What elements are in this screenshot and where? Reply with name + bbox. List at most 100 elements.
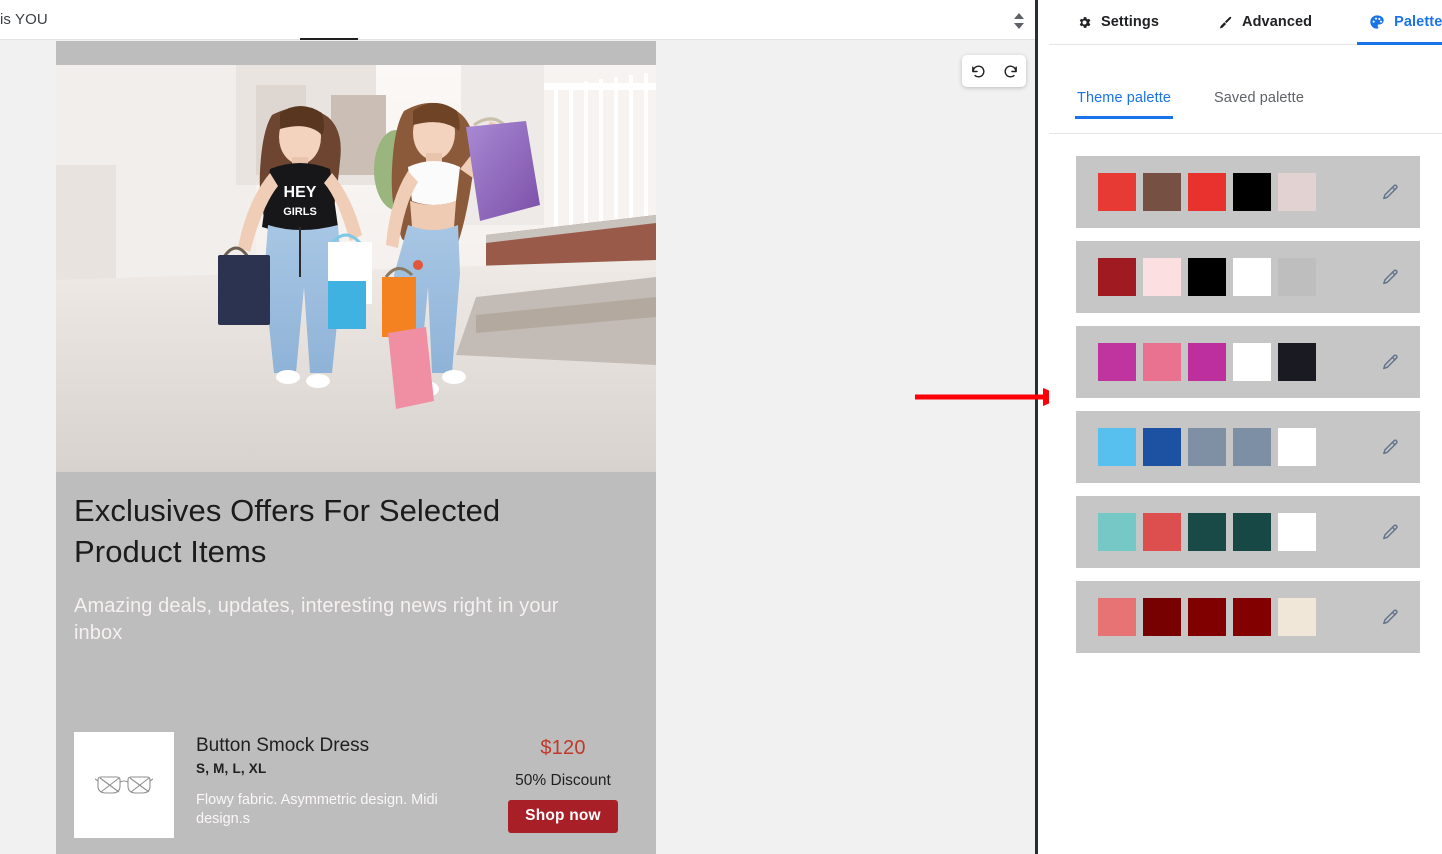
product-info: Button Smock Dress S, M, L, XL Flowy fab… bbox=[196, 729, 488, 829]
palette-swatches bbox=[1098, 598, 1316, 636]
subtab-theme-palette[interactable]: Theme palette bbox=[1075, 90, 1173, 119]
tab-settings-label: Settings bbox=[1101, 14, 1159, 30]
color-swatch[interactable] bbox=[1188, 258, 1226, 296]
color-swatch[interactable] bbox=[1233, 173, 1271, 211]
app-root: is YOU HEY GIRLS Exclusives Offers For S… bbox=[0, 0, 1442, 854]
palette-row[interactable] bbox=[1076, 496, 1420, 568]
palette-row[interactable] bbox=[1076, 581, 1420, 653]
undo-button[interactable] bbox=[965, 58, 991, 84]
svg-text:HEY: HEY bbox=[284, 184, 317, 201]
palette-edit-button[interactable] bbox=[1376, 263, 1404, 291]
color-swatch[interactable] bbox=[1188, 343, 1226, 381]
palette-edit-button[interactable] bbox=[1376, 433, 1404, 461]
subtab-saved-palette[interactable]: Saved palette bbox=[1212, 90, 1306, 119]
palette-swatches bbox=[1098, 173, 1316, 211]
color-swatch[interactable] bbox=[1233, 343, 1271, 381]
color-swatch[interactable] bbox=[1143, 258, 1181, 296]
color-swatch[interactable] bbox=[1098, 258, 1136, 296]
product-title[interactable]: Button Smock Dress bbox=[196, 735, 488, 758]
hero-headline[interactable]: Exclusives Offers For Selected Product I… bbox=[74, 491, 574, 572]
email-template-canvas[interactable]: HEY GIRLS Exclusives Offers For Selected… bbox=[56, 41, 656, 854]
redo-button[interactable] bbox=[997, 58, 1023, 84]
color-swatch[interactable] bbox=[1098, 428, 1136, 466]
color-swatch[interactable] bbox=[1278, 343, 1316, 381]
redo-arrow-icon bbox=[1004, 65, 1017, 78]
shop-now-button[interactable]: Shop now bbox=[508, 800, 618, 833]
palette-row[interactable] bbox=[1076, 411, 1420, 483]
product-sizes[interactable]: S, M, L, XL bbox=[196, 761, 488, 776]
color-swatch[interactable] bbox=[1098, 598, 1136, 636]
product-description[interactable]: Flowy fabric. Asymmetric design. Midi de… bbox=[196, 791, 446, 829]
color-swatch[interactable] bbox=[1098, 343, 1136, 381]
palette-list bbox=[1049, 134, 1442, 653]
product-discount[interactable]: 50% Discount bbox=[488, 772, 638, 790]
product-purchase-block: $120 50% Discount Shop now bbox=[488, 729, 638, 833]
panel-tab-bar: Settings Advanced Palette bbox=[1049, 0, 1442, 45]
color-swatch[interactable] bbox=[1188, 598, 1226, 636]
svg-text:GIRLS: GIRLS bbox=[283, 206, 317, 218]
palette-edit-button[interactable] bbox=[1376, 603, 1404, 631]
product-block[interactable]: Button Smock Dress S, M, L, XL Flowy fab… bbox=[74, 729, 638, 849]
color-swatch[interactable] bbox=[1278, 513, 1316, 551]
pencil-icon bbox=[1382, 439, 1398, 454]
pencil-icon bbox=[1382, 354, 1398, 369]
palette-row[interactable] bbox=[1076, 326, 1420, 398]
settings-panel: Settings Advanced Palette Theme palette … bbox=[1049, 0, 1442, 854]
color-swatch[interactable] bbox=[1278, 258, 1316, 296]
topbar-underline-mark bbox=[300, 38, 358, 40]
email-editor-pane: is YOU HEY GIRLS Exclusives Offers For S… bbox=[0, 0, 1036, 854]
palette-row[interactable] bbox=[1076, 156, 1420, 228]
glasses-placeholder-icon bbox=[95, 776, 153, 794]
tab-palette-label: Palette bbox=[1394, 14, 1442, 30]
gear-icon bbox=[1077, 15, 1092, 30]
color-swatch[interactable] bbox=[1188, 173, 1226, 211]
color-swatch[interactable] bbox=[1233, 513, 1271, 551]
tab-advanced[interactable]: Advanced bbox=[1212, 0, 1318, 45]
palette-swatches bbox=[1098, 513, 1316, 551]
pencil-icon bbox=[1382, 609, 1398, 624]
palette-swatches bbox=[1098, 258, 1316, 296]
color-swatch[interactable] bbox=[1233, 598, 1271, 636]
hero-image[interactable]: HEY GIRLS bbox=[56, 65, 656, 472]
pencil-icon bbox=[1382, 524, 1398, 539]
tab-palette[interactable]: Palette bbox=[1357, 0, 1442, 45]
editor-scrollbar-track[interactable] bbox=[1038, 0, 1049, 854]
palette-edit-button[interactable] bbox=[1376, 348, 1404, 376]
value-stepper[interactable] bbox=[1008, 8, 1030, 34]
color-swatch[interactable] bbox=[1278, 598, 1316, 636]
triangle-up-icon[interactable] bbox=[1014, 13, 1024, 19]
color-swatch[interactable] bbox=[1188, 513, 1226, 551]
palette-swatches bbox=[1098, 428, 1316, 466]
host-topbar: is YOU bbox=[0, 0, 1036, 40]
triangle-down-icon[interactable] bbox=[1014, 23, 1024, 29]
palette-row[interactable] bbox=[1076, 241, 1420, 313]
tab-settings[interactable]: Settings bbox=[1071, 0, 1165, 45]
palette-edit-button[interactable] bbox=[1376, 518, 1404, 546]
product-price[interactable]: $120 bbox=[488, 737, 638, 760]
tab-advanced-label: Advanced bbox=[1242, 14, 1313, 30]
color-swatch[interactable] bbox=[1143, 513, 1181, 551]
pencil-icon bbox=[1382, 184, 1398, 199]
palette-icon bbox=[1369, 14, 1385, 30]
undo-arrow-icon bbox=[971, 65, 984, 78]
color-swatch[interactable] bbox=[1278, 428, 1316, 466]
color-swatch[interactable] bbox=[1143, 428, 1181, 466]
product-thumbnail[interactable] bbox=[74, 732, 174, 838]
color-swatch[interactable] bbox=[1143, 343, 1181, 381]
color-swatch[interactable] bbox=[1233, 428, 1271, 466]
palette-subtab-bar: Theme palette Saved palette bbox=[1049, 90, 1442, 134]
palette-edit-button[interactable] bbox=[1376, 178, 1404, 206]
palette-swatches bbox=[1098, 343, 1316, 381]
color-swatch[interactable] bbox=[1278, 173, 1316, 211]
hero-subheadline[interactable]: Amazing deals, updates, interesting news… bbox=[74, 593, 604, 647]
color-swatch[interactable] bbox=[1098, 173, 1136, 211]
color-swatch[interactable] bbox=[1143, 173, 1181, 211]
color-swatch[interactable] bbox=[1233, 258, 1271, 296]
color-swatch[interactable] bbox=[1098, 513, 1136, 551]
color-swatch[interactable] bbox=[1188, 428, 1226, 466]
pencil-icon bbox=[1382, 269, 1398, 284]
hero-copy-block[interactable]: Exclusives Offers For Selected Product I… bbox=[74, 491, 634, 648]
color-swatch[interactable] bbox=[1143, 598, 1181, 636]
history-controls bbox=[962, 55, 1026, 87]
hero-image-graphic: HEY GIRLS bbox=[56, 65, 656, 472]
